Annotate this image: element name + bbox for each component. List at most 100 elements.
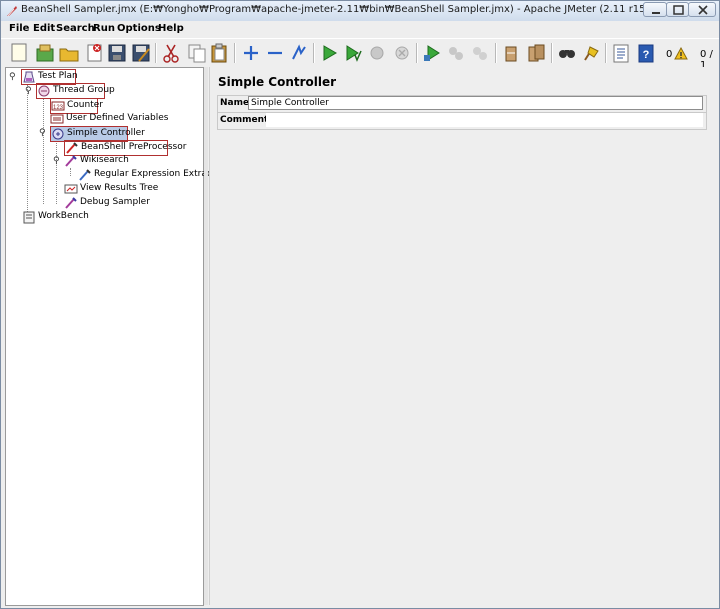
test-tree-pane[interactable]: ⚲ Test Plan ⚲ Thread Group 123 Counter U… bbox=[5, 67, 225, 606]
menu-options[interactable]: Options bbox=[117, 23, 161, 34]
remote-stop-all-button[interactable] bbox=[444, 41, 468, 65]
open-button[interactable] bbox=[57, 41, 81, 65]
test-plan-icon bbox=[23, 71, 35, 83]
name-row: Name: bbox=[217, 95, 707, 113]
tree-node-workbench[interactable]: WorkBench bbox=[22, 210, 89, 224]
tree-node-thread-group[interactable]: Thread Group bbox=[36, 83, 115, 99]
window-title: BeanShell Sampler.jmx (E:₩Yongho₩Program… bbox=[21, 4, 682, 15]
new-button[interactable] bbox=[7, 41, 31, 65]
clear-button[interactable] bbox=[499, 41, 523, 65]
start-icon bbox=[323, 45, 337, 61]
workbench-icon bbox=[23, 211, 35, 224]
clear-all-button[interactable] bbox=[524, 41, 548, 65]
regex-extractor-icon bbox=[79, 169, 91, 181]
expand-handle[interactable]: ⚲ bbox=[25, 86, 32, 96]
copy-button[interactable] bbox=[185, 41, 209, 65]
help-button[interactable]: ? bbox=[634, 41, 658, 65]
tree-node-label: Thread Group bbox=[53, 85, 115, 95]
shutdown-button[interactable] bbox=[390, 41, 414, 65]
menu-edit[interactable]: Edit bbox=[33, 23, 55, 34]
expand-handle[interactable]: ⚲ bbox=[53, 156, 60, 166]
tree-node-label: BeanShell PreProcessor bbox=[81, 142, 187, 152]
collapse-all-button[interactable] bbox=[263, 41, 287, 65]
menu-file[interactable]: File bbox=[9, 23, 29, 34]
stop-button[interactable] bbox=[365, 41, 389, 65]
save-as-button[interactable] bbox=[129, 41, 153, 65]
tree-node-label: Wikisearch bbox=[80, 155, 129, 165]
reset-search-button[interactable] bbox=[579, 41, 603, 65]
warning-icon bbox=[674, 47, 688, 60]
tree-node-view-results-tree[interactable]: View Results Tree bbox=[64, 182, 158, 196]
expand-handle[interactable]: ⚲ bbox=[39, 128, 46, 138]
function-helper-icon bbox=[613, 44, 629, 63]
templates-icon bbox=[36, 44, 54, 62]
tree-node-debug-sampler[interactable]: Debug Sampler bbox=[64, 196, 150, 210]
jmeter-feather-icon bbox=[7, 6, 17, 17]
thread-group-icon bbox=[38, 85, 50, 97]
remote-start-icon bbox=[424, 45, 440, 61]
start-no-pause-icon bbox=[346, 45, 362, 62]
expand-handle[interactable]: ⚲ bbox=[9, 72, 16, 82]
remote-stop-icon bbox=[449, 47, 463, 60]
toolbar-separator bbox=[495, 43, 497, 63]
paste-button[interactable] bbox=[207, 41, 231, 65]
close-icon bbox=[698, 5, 708, 15]
menu-search[interactable]: Search bbox=[56, 23, 95, 34]
save-icon bbox=[108, 44, 126, 62]
close-window-button[interactable] bbox=[688, 2, 716, 17]
tree-node-label: WorkBench bbox=[38, 211, 89, 221]
tree-node-regular-expression-extractor[interactable]: Regular Expression Extractor bbox=[78, 168, 225, 182]
tree-connector bbox=[27, 84, 28, 218]
toolbar-separator bbox=[551, 43, 553, 63]
menu-help[interactable]: Help bbox=[158, 23, 184, 34]
close-file-icon bbox=[87, 44, 102, 62]
tree-node-label: User Defined Variables bbox=[66, 113, 169, 123]
tree-connector bbox=[56, 140, 57, 204]
user-defined-variables-icon bbox=[50, 114, 64, 124]
cut-icon bbox=[163, 44, 179, 63]
cut-button[interactable] bbox=[159, 41, 183, 65]
function-helper-button[interactable] bbox=[609, 41, 633, 65]
menu-run[interactable]: Run bbox=[93, 23, 115, 34]
comments-row: Comments: bbox=[217, 112, 707, 130]
help-icon: ? bbox=[638, 44, 654, 63]
collapse-icon bbox=[268, 51, 282, 55]
start-no-pauses-button[interactable] bbox=[341, 41, 365, 65]
toolbar: ? 0 0 / 1 bbox=[1, 38, 719, 71]
name-input[interactable] bbox=[248, 96, 703, 110]
tree-node-label: Test Plan bbox=[38, 71, 78, 81]
paste-icon bbox=[211, 43, 227, 63]
simple-controller-icon bbox=[52, 128, 64, 140]
open-icon bbox=[59, 48, 79, 62]
minimize-button[interactable] bbox=[643, 2, 667, 17]
tree-node-label: Counter bbox=[67, 100, 103, 110]
tree-node-label: Debug Sampler bbox=[80, 197, 150, 207]
templates-button[interactable] bbox=[33, 41, 57, 65]
pane-splitter[interactable] bbox=[204, 67, 208, 605]
shutdown-icon bbox=[395, 46, 409, 60]
tree-connector bbox=[43, 98, 44, 204]
close-file-button[interactable] bbox=[83, 41, 107, 65]
title-bar[interactable]: BeanShell Sampler.jmx (E:₩Yongho₩Program… bbox=[1, 1, 719, 21]
remote-shutdown-all-button[interactable] bbox=[468, 41, 492, 65]
element-config-pane: Simple Controller Name: Comments: bbox=[209, 67, 719, 605]
comments-input[interactable] bbox=[266, 113, 703, 127]
maximize-icon bbox=[673, 5, 684, 15]
toolbar-separator bbox=[313, 43, 315, 63]
minimize-icon bbox=[652, 12, 660, 14]
clear-icon bbox=[505, 46, 517, 62]
expand-icon bbox=[244, 46, 258, 60]
reset-search-icon bbox=[584, 46, 599, 61]
tree-node-user-defined-variables[interactable]: User Defined Variables bbox=[50, 112, 168, 126]
start-button[interactable] bbox=[317, 41, 341, 65]
tree-connector bbox=[70, 168, 71, 176]
tree-node-label: View Results Tree bbox=[80, 183, 159, 193]
tree-node-wikisearch[interactable]: Wikisearch bbox=[64, 154, 129, 168]
search-button[interactable] bbox=[555, 41, 579, 65]
maximize-button[interactable] bbox=[666, 2, 689, 17]
toggle-button[interactable] bbox=[287, 41, 311, 65]
toolbar-separator bbox=[234, 43, 236, 63]
remote-start-all-button[interactable] bbox=[420, 41, 444, 65]
save-button[interactable] bbox=[105, 41, 129, 65]
expand-all-button[interactable] bbox=[239, 41, 263, 65]
